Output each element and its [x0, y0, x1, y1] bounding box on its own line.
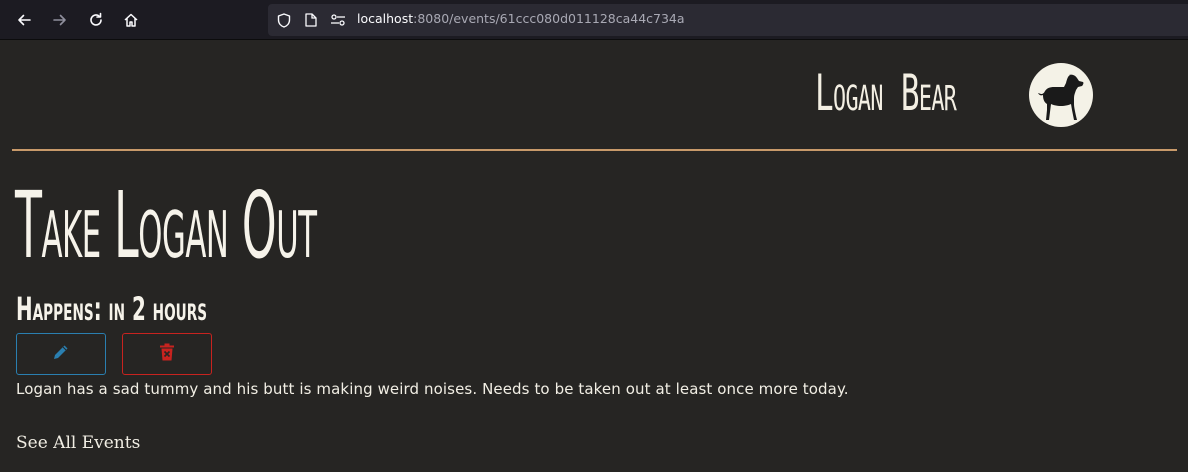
- url-host: localhost: [357, 11, 414, 26]
- edit-button[interactable]: [16, 333, 106, 375]
- home-icon[interactable]: [121, 10, 141, 30]
- trash-icon: [159, 343, 175, 365]
- header-divider: [12, 149, 1177, 151]
- event-description: Logan has a sad tummy and his butt is ma…: [16, 380, 849, 398]
- dog-silhouette-icon[interactable]: [1029, 63, 1093, 127]
- browser-toolbar: localhost:8080/events/61ccc080d011128ca4…: [0, 0, 1188, 40]
- see-all-events-link[interactable]: See All Events: [16, 433, 140, 453]
- back-icon[interactable]: [14, 10, 34, 30]
- event-happens: Happens: in 2 hours: [16, 290, 208, 328]
- url-text[interactable]: localhost:8080/events/61ccc080d011128ca4…: [357, 11, 685, 26]
- permissions-icon[interactable]: [330, 12, 346, 28]
- event-title: Take Logan Out: [15, 172, 317, 279]
- shield-icon[interactable]: [276, 12, 292, 28]
- page-icon: [303, 12, 319, 28]
- site-header: [0, 40, 1188, 152]
- pencil-icon: [52, 343, 70, 365]
- url-path: :8080/events/61ccc080d011128ca44c734a: [413, 11, 685, 26]
- site-title[interactable]: Logan Bear: [815, 64, 957, 122]
- reload-icon[interactable]: [86, 10, 106, 30]
- delete-button[interactable]: [122, 333, 212, 375]
- forward-icon[interactable]: [50, 10, 70, 30]
- address-bar[interactable]: localhost:8080/events/61ccc080d011128ca4…: [268, 4, 1188, 36]
